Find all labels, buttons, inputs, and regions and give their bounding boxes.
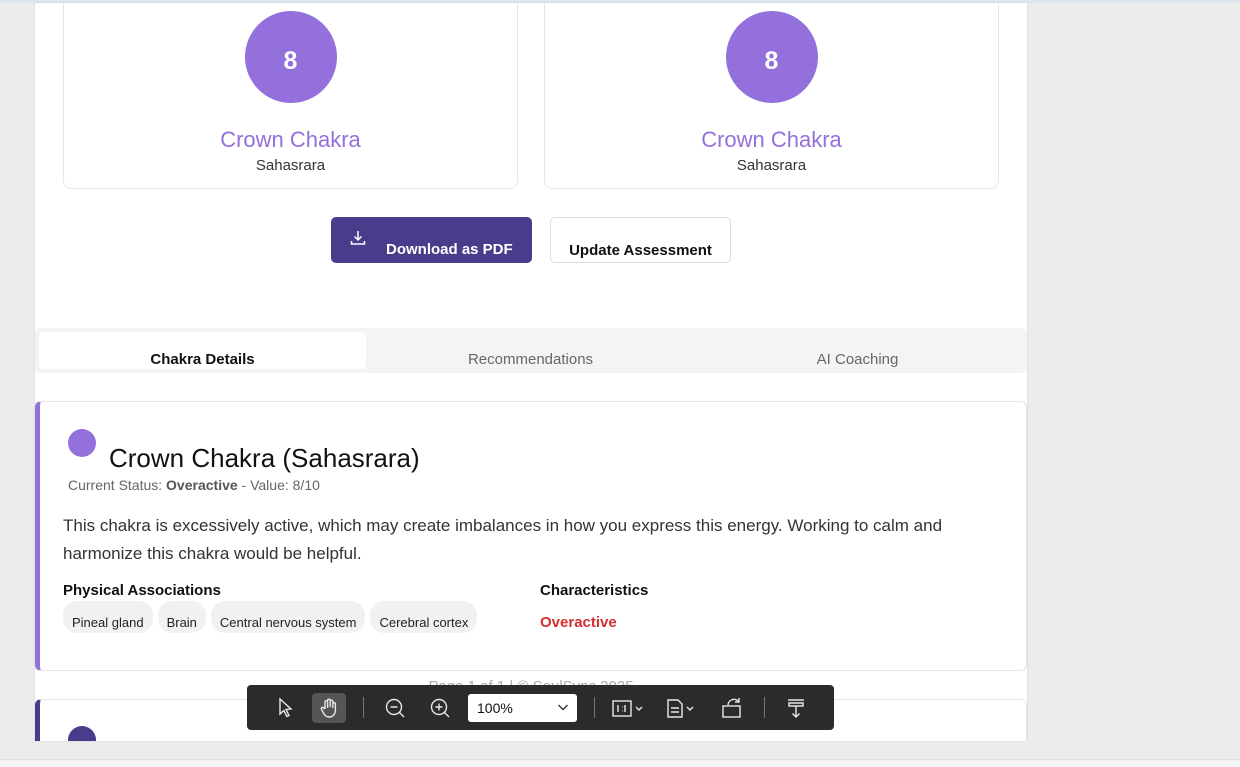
- chakra-color-dot: [68, 429, 96, 457]
- chakra-detail-card: Crown Chakra (Sahasrara) Current Status:…: [35, 401, 1027, 671]
- association-chip: Pineal gland: [63, 601, 153, 633]
- physical-associations-heading: Physical Associations: [63, 582, 221, 599]
- pdf-viewer-toolbar: 100%: [247, 685, 834, 730]
- viewer-status-strip: [0, 759, 1240, 767]
- status-line: Current Status: Overactive - Value: 8/10: [68, 477, 320, 493]
- status-value-text: - Value: 8/10: [237, 477, 320, 493]
- update-assessment-button[interactable]: Update Assessment: [550, 217, 731, 263]
- zoom-level-select[interactable]: 100%: [468, 694, 577, 722]
- association-chip: Brain: [157, 601, 206, 633]
- tab-ai-coaching[interactable]: AI Coaching: [694, 332, 1021, 369]
- scroll-mode-icon[interactable]: [782, 693, 810, 723]
- download-pdf-button[interactable]: Download as PDF: [331, 217, 532, 263]
- zoom-out-icon[interactable]: [381, 693, 409, 723]
- chakra-card-2: 8 Crown Chakra Sahasrara: [544, 3, 999, 189]
- status-prefix: Current Status:: [68, 477, 167, 493]
- chakra-value-circle: 8: [244, 11, 337, 103]
- tab-recommendations[interactable]: Recommendations: [367, 332, 694, 369]
- toolbar-separator: [764, 697, 765, 718]
- chakra-name: Crown Chakra: [220, 127, 361, 152]
- association-chip: Cerebral cortex: [370, 601, 478, 633]
- select-tool-icon[interactable]: [271, 693, 299, 723]
- page-view-icon[interactable]: [663, 693, 699, 723]
- chakra-name: Crown Chakra: [701, 127, 842, 152]
- zoom-in-icon[interactable]: [426, 693, 454, 723]
- chevron-down-icon: [558, 704, 568, 711]
- fit-actual-size-icon[interactable]: [609, 693, 645, 723]
- characteristics-heading: Characteristics: [540, 582, 649, 599]
- detail-description: This chakra is excessively active, which…: [63, 516, 943, 563]
- update-assessment-label: Update Assessment: [569, 242, 712, 259]
- chakra-color-dot: [68, 726, 96, 741]
- detail-title: Crown Chakra (Sahasrara): [109, 443, 420, 473]
- association-chip: Central nervous system: [210, 601, 366, 633]
- chakra-value-circle: 8: [725, 11, 818, 103]
- tab-chakra-details[interactable]: Chakra Details: [39, 332, 366, 369]
- tab-bar: Chakra Details Recommendations AI Coachi…: [35, 328, 1027, 373]
- physical-associations-list: Pineal gland Brain Central nervous syste…: [63, 601, 478, 633]
- zoom-level-value: 100%: [477, 700, 513, 716]
- status-value: Overactive: [166, 477, 238, 493]
- download-pdf-label: Download as PDF: [386, 241, 513, 258]
- characteristic-value: Overactive: [540, 614, 617, 631]
- pdf-page: 8 Crown Chakra Sahasrara 8 Crown Chakra …: [35, 3, 1027, 741]
- hand-tool-icon[interactable]: [312, 693, 346, 723]
- toolbar-separator: [594, 697, 595, 718]
- download-icon: [350, 231, 366, 245]
- rotate-icon[interactable]: [717, 693, 747, 723]
- chakra-sanskrit: Sahasrara: [255, 157, 326, 174]
- toolbar-separator: [363, 697, 364, 718]
- chakra-sanskrit: Sahasrara: [736, 157, 807, 174]
- chakra-card-1: 8 Crown Chakra Sahasrara: [63, 3, 518, 189]
